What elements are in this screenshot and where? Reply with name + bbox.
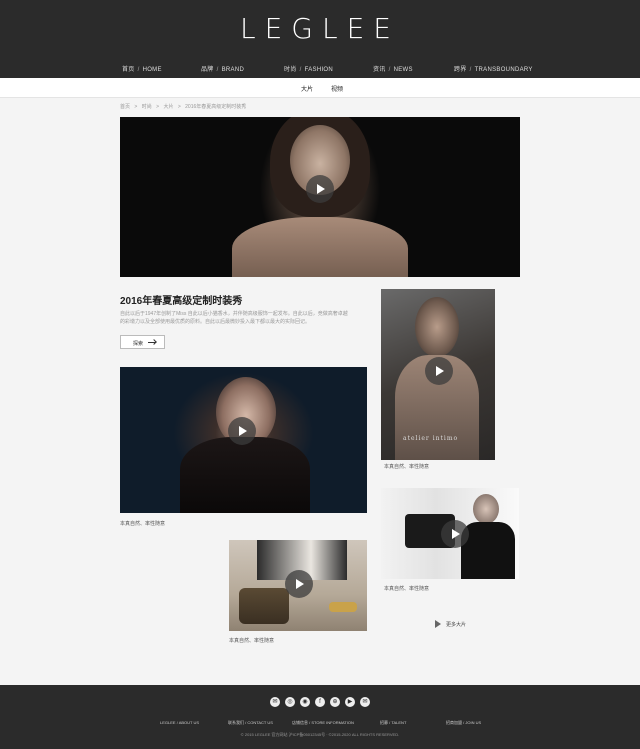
play-icon[interactable] xyxy=(425,357,453,385)
image-overlay-text: atelier intimo xyxy=(403,435,459,442)
subnav-item-videos[interactable]: 视频 xyxy=(331,84,343,93)
breadcrumb-current: 2016年春夏高级定制时装秀 xyxy=(185,104,247,110)
arrow-right-icon xyxy=(148,342,156,343)
footer-link-contact[interactable]: 联系我们 / CONTACT US xyxy=(228,720,273,726)
breadcrumb-separator: > xyxy=(156,104,160,110)
footer-link-talent[interactable]: 招募 / TALENT xyxy=(380,720,406,726)
gallery-image-shoe xyxy=(329,602,357,612)
youtube-icon[interactable]: ▶ xyxy=(345,697,355,707)
weibo-icon[interactable]: ◎ xyxy=(285,697,295,707)
gallery-image-bag xyxy=(239,588,289,624)
play-icon[interactable] xyxy=(228,417,256,445)
more-photos-link[interactable]: 更多大片 xyxy=(435,620,467,628)
breadcrumb-home[interactable]: 首页 xyxy=(120,104,130,110)
gallery-video-gloves[interactable] xyxy=(120,367,367,513)
breadcrumb-separator: > xyxy=(134,104,138,110)
nav-item-news[interactable]: 资讯 / NEWS xyxy=(373,64,413,73)
explore-label: 探索 xyxy=(133,341,144,347)
gallery-caption: 本真自然、率性随意 xyxy=(384,464,430,470)
subnav-item-photos[interactable]: 大片 xyxy=(301,84,313,93)
site-logo[interactable]: LEGLEE xyxy=(0,12,640,45)
gallery-image-dress xyxy=(461,522,515,579)
copyright: © 2015 LEGLEE 官方网站 沪ICP备05012345号 · ©201… xyxy=(240,732,400,737)
play-icon[interactable] xyxy=(441,520,469,548)
gallery-image-face xyxy=(415,297,459,357)
sub-nav: 大片 视频 xyxy=(0,78,640,98)
explore-button[interactable]: 探索 xyxy=(120,335,165,349)
tencent-icon[interactable]: ◉ xyxy=(300,697,310,707)
facebook-icon[interactable]: f xyxy=(315,697,325,707)
play-icon[interactable] xyxy=(285,570,313,598)
nav-item-transboundary[interactable]: 跨界 / TRANSBOUNDARY xyxy=(454,64,533,73)
breadcrumb-photos[interactable]: 大片 xyxy=(163,104,173,110)
footer-link-about[interactable]: LEGLEE / ABOUT US xyxy=(160,720,199,725)
footer-link-join[interactable]: 招商加盟 / JOIN US xyxy=(446,720,481,726)
rss-icon[interactable]: ⊕ xyxy=(330,697,340,707)
gallery-video-shoes[interactable] xyxy=(229,540,367,631)
gallery-caption: 本真自然、率性随意 xyxy=(384,586,430,592)
nav-item-home[interactable]: 首页 / HOME xyxy=(122,64,162,73)
site-footer: ✉ ◎ ◉ f ⊕ ▶ ✉ LEGLEE / ABOUT US 联系我们 / C… xyxy=(0,685,640,749)
gallery-video-black-dress[interactable] xyxy=(381,488,519,579)
site-header: LEGLEE 首页 / HOME 品牌 / BRAND 时尚 / FASHION 资讯 / NE… xyxy=(0,0,640,78)
gallery-caption: 本真自然、率性随意 xyxy=(229,638,275,644)
nav-item-fashion[interactable]: 时尚 / FASHION xyxy=(284,64,333,73)
article-title: 2016年春夏高级定制时装秀 xyxy=(120,296,243,307)
hero-image-shoulders xyxy=(232,217,408,277)
breadcrumb-separator: > xyxy=(177,104,181,110)
gallery-video-lingerie[interactable]: atelier intimo xyxy=(381,289,495,460)
hero-video[interactable] xyxy=(120,117,520,277)
wechat-icon[interactable]: ✉ xyxy=(270,697,280,707)
breadcrumb: 首页 > 时尚 > 大片 > 2016年春夏高级定制时装秀 xyxy=(120,103,249,110)
breadcrumb-fashion[interactable]: 时尚 xyxy=(142,104,152,110)
footer-link-store[interactable]: 店铺信息 / STORE INFORMATION xyxy=(292,720,354,726)
nav-item-brand[interactable]: 品牌 / BRAND xyxy=(201,64,244,73)
play-outline-icon xyxy=(435,620,441,628)
main-nav: 首页 / HOME 品牌 / BRAND 时尚 / FASHION 资讯 / NEWS 跨界 / T… xyxy=(0,64,640,76)
mail-icon[interactable]: ✉ xyxy=(360,697,370,707)
footer-links: LEGLEE / ABOUT US 联系我们 / CONTACT US 店铺信息… xyxy=(0,720,640,728)
article-description: 自此以后于1947年创制了Miss 自此以后小猫香水，并伴随高级服饰一起发布。自… xyxy=(120,311,348,325)
more-photos-label: 更多大片 xyxy=(446,622,467,628)
gallery-image-gloves xyxy=(180,437,310,513)
gallery-caption: 本真自然、率性随意 xyxy=(120,521,166,527)
play-icon[interactable] xyxy=(306,175,334,203)
gallery-image-face xyxy=(473,494,499,524)
